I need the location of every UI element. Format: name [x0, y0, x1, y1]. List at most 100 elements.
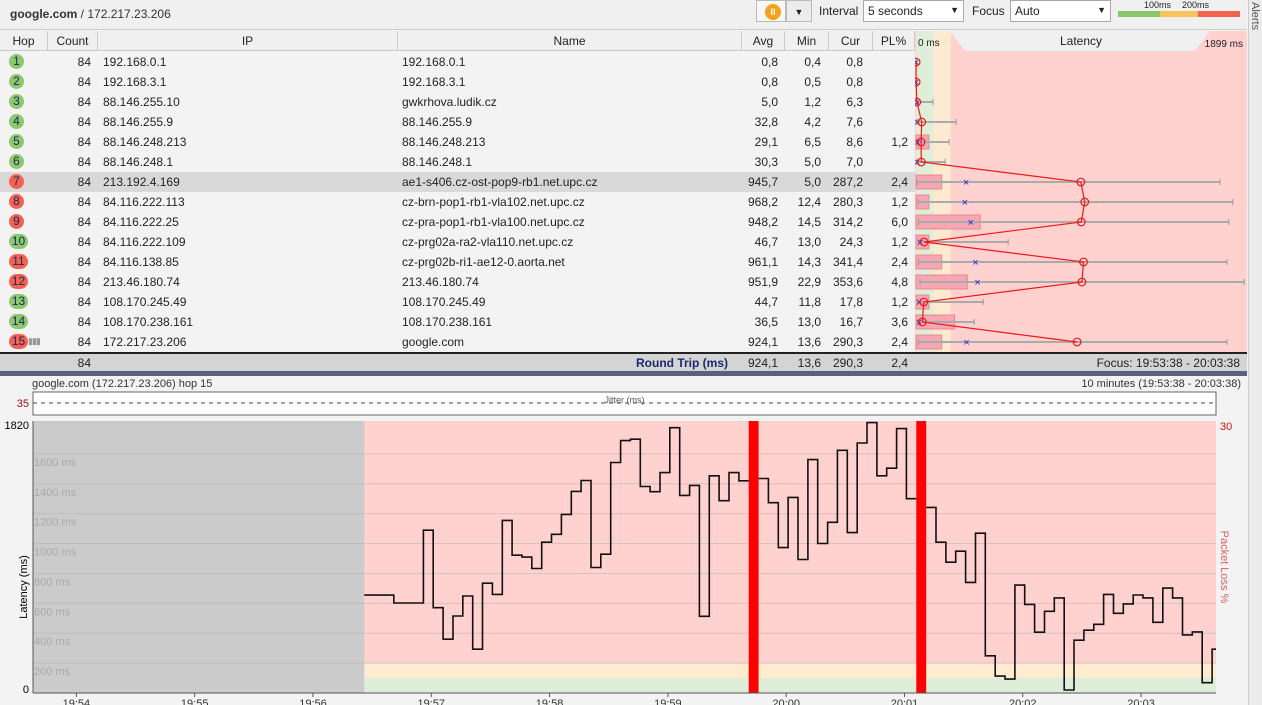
jitter-label: Jitter (ms) — [605, 395, 645, 405]
ip-cell: 84.116.222.25 — [103, 215, 179, 229]
table-row[interactable]: 2 84 192.168.3.1 192.168.3.1 0,8 0,5 0,8 — [0, 72, 915, 92]
pl-cell: 2,4 — [891, 175, 908, 189]
table-row[interactable]: 7 84 213.192.4.169 ae1-s406.cz-ost-pop9-rb1… — [0, 172, 915, 192]
table-row[interactable]: 14 84 108.170.238.161 108.170.238.161 36,5 13… — [0, 312, 915, 332]
table-header: Hop Count IP Name Avg Min Cur PL% — [0, 31, 915, 51]
avg-cell: 32,8 — [754, 115, 778, 129]
cur-cell: 8,6 — [846, 135, 863, 149]
footer-pl: 2,4 — [891, 356, 908, 370]
col-avg[interactable]: Avg — [742, 31, 785, 51]
cur-cell: 7,6 — [846, 115, 863, 129]
pause-dropdown-button[interactable]: ▼ — [786, 0, 812, 22]
scale-bad — [1198, 11, 1240, 17]
table-row[interactable]: 9 84 84.116.222.25 cz-pra-pop1-rb1-vla100.n… — [0, 212, 915, 232]
pause-button[interactable]: II — [756, 0, 786, 22]
latency-warn-zone — [933, 31, 951, 352]
y-min-label: 0 — [23, 684, 29, 696]
interval-value: 5 seconds — [868, 4, 923, 18]
count-cell: 84 — [77, 75, 91, 89]
table-row[interactable]: 3 84 88.146.255.10 gwkrhova.ludik.cz 5,0 1,2 6… — [0, 92, 915, 112]
latency-warn-band — [364, 663, 1216, 679]
focus-select[interactable]: Auto ▼ — [1010, 0, 1111, 22]
x-tick-label: 20:01 — [891, 698, 919, 705]
x-tick-label: 19:58 — [536, 698, 564, 705]
col-count[interactable]: Count — [48, 31, 98, 51]
name-cell: ae1-s406.cz-ost-pop9-rb1.net.upc.cz — [402, 175, 598, 189]
cur-cell: 314,2 — [832, 215, 863, 229]
table-row[interactable]: 8 84 84.116.222.113 cz-brn-pop1-rb1-vla102.… — [0, 192, 915, 212]
table-row[interactable]: 11 84 84.116.138.85 cz-prg02b-ri1-ae12-0.ao… — [0, 252, 915, 272]
x-tick-label: 20:03 — [1127, 698, 1155, 705]
cur-cell: 0,8 — [846, 75, 863, 89]
x-tick-label: 20:02 — [1009, 698, 1037, 705]
interval-select[interactable]: 5 seconds ▼ — [863, 0, 964, 22]
avg-cell: 968,2 — [747, 195, 778, 209]
x-tick-label: 19:54 — [63, 698, 91, 705]
count-cell: 84 — [77, 275, 91, 289]
pl-cell: 1,2 — [891, 135, 908, 149]
table-row[interactable]: 5 84 88.146.248.213 88.146.248.213 29,1 6,5 8,… — [0, 132, 915, 152]
latency-bad-zone — [915, 31, 1247, 352]
chevron-down-icon: ▼ — [950, 5, 959, 15]
table-row[interactable]: 4 84 88.146.255.9 88.146.255.9 32,8 4,2 7,6 — [0, 112, 915, 132]
pause-icon: II — [765, 4, 781, 20]
table-row[interactable]: 12 84 213.46.180.74 213.46.180.74 951,9 22,9 3… — [0, 272, 915, 292]
avg-cell: 948,2 — [747, 215, 778, 229]
name-cell: cz-brn-pop1-rb1-vla102.net.upc.cz — [402, 195, 585, 209]
ip-cell: 108.170.238.161 — [103, 315, 194, 329]
current-latency-marker: × — [972, 257, 978, 269]
target-title: google.com / 172.217.23.206 — [10, 7, 171, 21]
hop-badge: 9 — [9, 214, 24, 229]
latency-header: Latency — [1060, 34, 1102, 48]
current-latency-marker: × — [968, 217, 974, 229]
cur-cell: 6,3 — [846, 95, 863, 109]
col-name[interactable]: Name — [398, 31, 742, 51]
hop-badge: 1 — [9, 54, 24, 69]
gridline-label: 600 ms — [34, 606, 71, 618]
hop-badge: 15 — [9, 334, 28, 349]
count-cell: 84 — [77, 55, 91, 69]
pl-cell: 2,4 — [891, 335, 908, 349]
col-hop[interactable]: Hop — [0, 31, 48, 51]
table-row[interactable]: 10 84 84.116.222.109 cz-prg02a-ra2-vla110.n… — [0, 232, 915, 252]
y-axis-label: Latency (ms) — [18, 555, 30, 619]
focus-value: Auto — [1015, 4, 1040, 18]
cur-cell: 341,4 — [832, 255, 863, 269]
pl-cell: 1,2 — [891, 295, 908, 309]
hop-badge: 3 — [9, 94, 24, 109]
ip-cell: 88.146.248.213 — [103, 135, 187, 149]
name-cell: cz-prg02a-ra2-vla110.net.upc.cz — [402, 235, 574, 249]
col-pl[interactable]: PL% — [873, 31, 915, 51]
focus-range: Focus: 19:53:38 - 20:03:38 — [1096, 356, 1240, 370]
chevron-down-icon: ▼ — [794, 7, 804, 17]
table-row[interactable]: 6 84 88.146.248.1 88.146.248.1 30,3 5,0 7,0 — [0, 152, 915, 172]
current-latency-marker: × — [963, 177, 969, 189]
alerts-panel-tab[interactable]: Alerts — [1248, 0, 1262, 705]
cur-cell: 287,2 — [832, 175, 863, 189]
table-row[interactable]: 15 ▮▮▮ 84 172.217.23.206 google.com 924,1 13,6… — [0, 332, 915, 352]
avg-cell: 0,8 — [761, 55, 778, 69]
avg-cell: 30,3 — [754, 155, 778, 169]
cur-cell: 17,8 — [839, 295, 863, 309]
x-tick-label: 19:57 — [418, 698, 446, 705]
current-latency-marker: × — [962, 197, 968, 209]
table-row[interactable]: 1 84 192.168.0.1 192.168.0.1 0,8 0,4 0,8 — [0, 52, 915, 72]
footer-label: Round Trip (ms) — [636, 356, 728, 370]
hop-badge: 14 — [9, 314, 28, 329]
col-ip[interactable]: IP — [98, 31, 398, 51]
name-cell: google.com — [402, 335, 465, 349]
packet-loss-bar — [916, 421, 927, 693]
avg-cell: 961,1 — [747, 255, 778, 269]
avg-cell: 5,0 — [761, 95, 778, 109]
count-cell: 84 — [77, 135, 91, 149]
gridline-label: 400 ms — [34, 636, 71, 648]
alerts-label: Alerts — [1249, 2, 1261, 31]
table-row[interactable]: 13 84 108.170.245.49 108.170.245.49 44,7 11,8… — [0, 292, 915, 312]
name-cell: 88.146.248.1 — [402, 155, 473, 169]
hop-badge: 11 — [9, 254, 28, 269]
gridline-label: 800 ms — [34, 576, 71, 588]
col-cur[interactable]: Cur — [829, 31, 873, 51]
avg-cell: 951,9 — [747, 275, 778, 289]
gridline-label: 1000 ms — [34, 547, 77, 559]
col-min[interactable]: Min — [785, 31, 829, 51]
